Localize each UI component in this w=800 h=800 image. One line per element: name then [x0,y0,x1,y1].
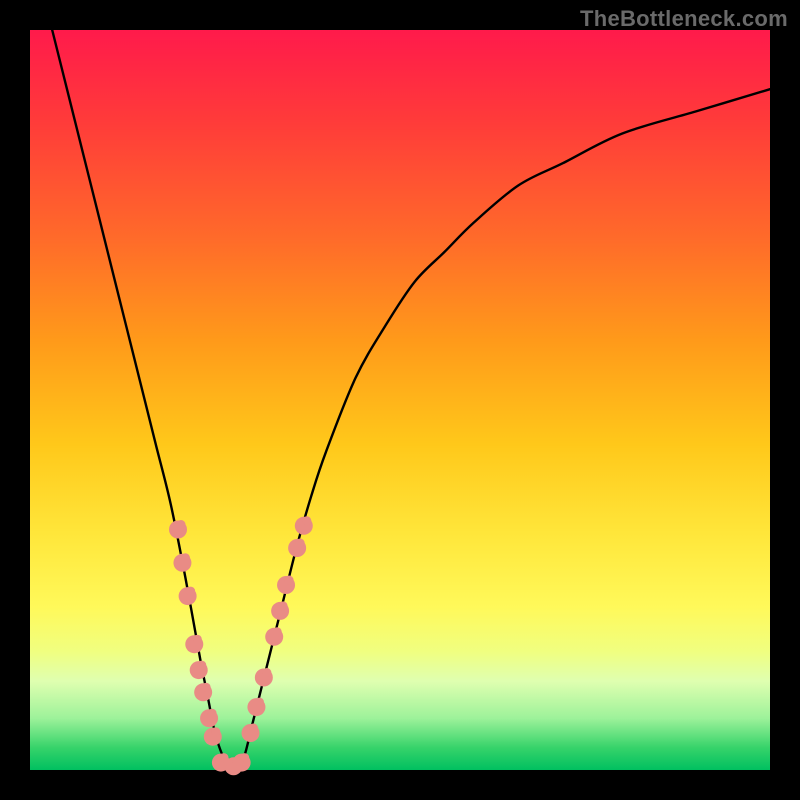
chart-plot-area [30,30,770,770]
marker-group [169,516,313,775]
marker-dot-small [285,576,294,585]
bottleneck-curve [52,30,770,772]
marker-dot-small [255,698,264,707]
marker-dot-small [302,516,311,525]
marker-dot-small [249,724,258,733]
marker-dot-small [262,668,271,677]
chart-frame: TheBottleneck.com [0,0,800,800]
marker-dot-small [296,539,305,548]
marker-dot-small [177,520,186,529]
marker-dot-small [186,587,195,596]
marker-dot-small [211,727,220,736]
watermark-text: TheBottleneck.com [580,6,788,32]
marker-dot-small [279,601,288,610]
chart-overlay-svg [30,30,770,770]
marker-dot-small [197,661,206,670]
marker-dot-small [273,627,282,636]
marker-dot-small [208,709,217,718]
marker-dot-small [240,753,249,762]
marker-dot-small [193,635,202,644]
marker-dot-small [181,553,190,562]
marker-dot-small [202,683,211,692]
